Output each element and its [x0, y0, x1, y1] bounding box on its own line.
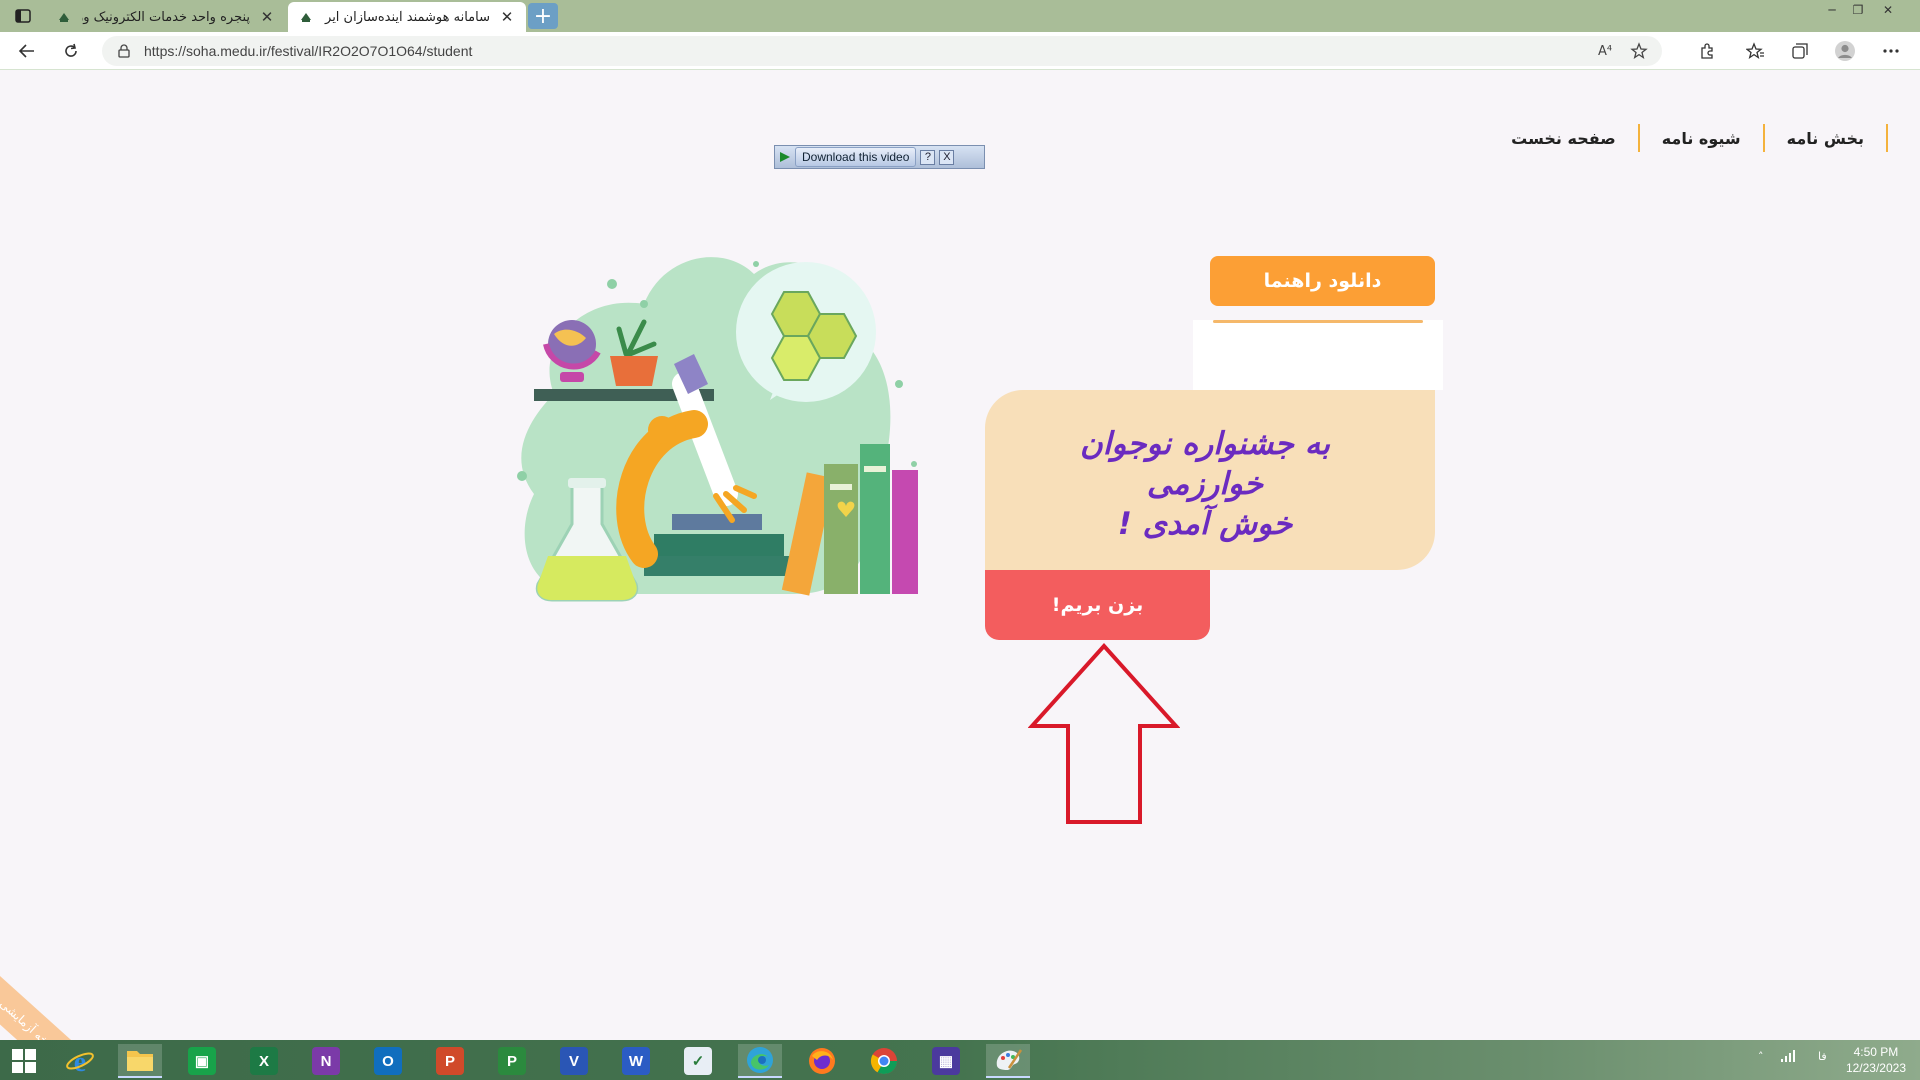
blank-panel [1193, 320, 1443, 390]
outlook-icon[interactable]: O [366, 1044, 410, 1078]
download-video-button[interactable]: Download this video [795, 147, 917, 167]
edge-icon[interactable] [738, 1044, 782, 1078]
clock-date: 12/23/2023 [1845, 1061, 1906, 1075]
collections-icon[interactable] [1785, 37, 1815, 65]
download-video-bar: Download this video ? X [774, 145, 985, 169]
minimize-icon[interactable]: ─ [1818, 0, 1846, 20]
nav-circular[interactable]: بخش نامه [1765, 129, 1886, 148]
chrome-icon[interactable] [862, 1044, 906, 1078]
windows-start-icon[interactable] [6, 1046, 42, 1076]
clock-time: 4:50 PM [1853, 1045, 1899, 1059]
powerpoint-icon[interactable]: P [428, 1044, 472, 1078]
back-icon[interactable] [12, 37, 42, 65]
nav-separator [1886, 124, 1888, 152]
paint-icon[interactable] [986, 1044, 1030, 1078]
play-icon [780, 152, 790, 162]
science-lab-illustration [517, 257, 918, 602]
onenote-icon[interactable]: N [304, 1044, 348, 1078]
red-up-arrow-annotation [1028, 643, 1180, 824]
tray-chevron-icon[interactable]: ˄ [1758, 1050, 1764, 1063]
favorites-icon[interactable] [1740, 37, 1770, 65]
firefox-icon[interactable] [800, 1044, 844, 1078]
welcome-title: به جشنواره نوجوان خوارزمی خوش آمدی ! [1025, 424, 1385, 544]
new-tab-button[interactable]: + [528, 3, 558, 29]
profile-avatar-icon[interactable] [1830, 37, 1860, 65]
moe-favicon-icon [56, 9, 72, 25]
address-bar[interactable]: https://soha.medu.ir/festival/IR2O2O7O1O… [102, 36, 1662, 66]
nav-separator [1637, 124, 1640, 152]
download-video-help-icon[interactable]: ? [920, 149, 936, 165]
download-video-close-icon[interactable]: X [939, 149, 955, 165]
windows-taskbar: e ▣ X N O P P V W ✓ ▦ ˄ فا 4:50 PM 12/23… [0, 1040, 1920, 1080]
language-indicator[interactable]: فا [1818, 1050, 1827, 1063]
calendar-app-icon[interactable]: ▦ [924, 1044, 968, 1078]
tab-moe-services[interactable]: پنجره واحد خدمات الکترونیک وزارت ✕ [46, 2, 286, 32]
taskbar-clock[interactable]: 4:50 PM 12/23/2023 [1846, 1044, 1906, 1076]
tab-close-icon[interactable]: ✕ [258, 8, 276, 26]
word-icon[interactable]: W [614, 1044, 658, 1078]
main-nav: صفحه نخست شیوه نامه بخش نامه [1489, 124, 1888, 152]
svg-text:e: e [74, 1047, 86, 1076]
read-aloud-icon[interactable]: A⁴ [1594, 40, 1616, 62]
file-explorer-icon[interactable] [118, 1044, 162, 1078]
visio-icon[interactable]: V [552, 1044, 596, 1078]
add-favorite-icon[interactable] [1628, 40, 1650, 62]
tab-soha[interactable]: سامانه هوشمند آینده‌سازان ایران ✕ [288, 2, 526, 32]
checklist-app-icon[interactable]: ✓ [676, 1044, 720, 1078]
project-icon[interactable]: P [490, 1044, 534, 1078]
nav-separator [1762, 124, 1765, 152]
nav-guidelines[interactable]: شیوه نامه [1640, 129, 1763, 148]
network-icon[interactable] [1780, 1050, 1796, 1062]
refresh-icon[interactable] [56, 37, 86, 65]
lock-icon[interactable] [118, 43, 134, 59]
tab-actions-icon[interactable] [8, 5, 38, 27]
url-text[interactable]: https://soha.medu.ir/festival/IR2O2O7O1O… [144, 43, 1594, 59]
extensions-icon[interactable] [1692, 37, 1722, 65]
settings-more-icon[interactable] [1876, 37, 1906, 65]
download-guide-button[interactable]: دانلود راهنما [1210, 256, 1435, 306]
internet-explorer-icon[interactable]: e [58, 1044, 102, 1078]
store-icon[interactable]: ▣ [180, 1044, 224, 1078]
welcome-card: به جشنواره نوجوان خوارزمی خوش آمدی ! [985, 390, 1435, 570]
panel-edge [1213, 320, 1423, 323]
tab-title: پنجره واحد خدمات الکترونیک وزارت [82, 9, 250, 25]
soha-favicon-icon [298, 9, 314, 25]
welcome-title-line1: به جشنواره نوجوان خوارزمی [1079, 426, 1331, 502]
page-content: صفحه نخست شیوه نامه بخش نامه Download th… [0, 70, 1920, 1080]
excel-icon[interactable]: X [242, 1044, 286, 1078]
welcome-title-line2: خوش آمدی ! [1117, 506, 1293, 542]
nav-home[interactable]: صفحه نخست [1489, 129, 1638, 148]
browser-toolbar: https://soha.medu.ir/festival/IR2O2O7O1O… [0, 32, 1920, 70]
browser-tab-bar: پنجره واحد خدمات الکترونیک وزارت ✕ سامان… [0, 0, 1920, 32]
tab-title: سامانه هوشمند آینده‌سازان ایران [324, 9, 490, 25]
close-window-icon[interactable]: ✕ [1874, 0, 1902, 20]
restore-icon[interactable]: ❐ [1844, 0, 1872, 20]
tab-close-icon[interactable]: ✕ [498, 8, 516, 26]
lets-go-button[interactable]: بزن بریم! [985, 570, 1210, 640]
